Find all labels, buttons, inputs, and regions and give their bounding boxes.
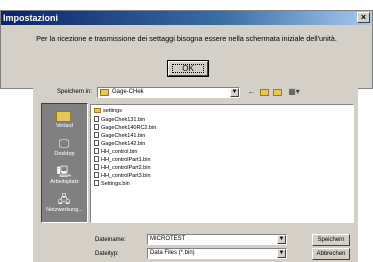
place-desktop[interactable]: 🖵 Desktop: [42, 136, 87, 161]
chevron-down-icon[interactable]: ▼: [277, 249, 286, 258]
list-item[interactable]: HH_controlPart2.bin: [94, 164, 151, 171]
save-file-dialog: Speichern in: Gage-CHek ▼ ← ▦▾ Verlauf 🖵…: [33, 83, 358, 262]
list-item[interactable]: HH_controlPart3.bin: [94, 172, 151, 179]
title-bar: Impostazioni ×: [1, 11, 372, 25]
places-bar: Verlauf 🖵 Desktop 🖳 Arbeitsplatz 🖧 Netzw…: [41, 103, 88, 223]
place-label: Arbeitsplatz: [50, 179, 79, 185]
list-item[interactable]: Settings.bin: [94, 180, 130, 187]
history-icon: [56, 111, 71, 122]
dialog-title: Impostazioni: [3, 13, 59, 23]
new-folder-icon[interactable]: [272, 87, 283, 97]
file-list[interactable]: settings GageChek131.bin GageChek140RC2.…: [90, 104, 354, 223]
file-icon: [94, 140, 99, 146]
chevron-down-icon[interactable]: ▼: [277, 235, 286, 244]
place-label: Netzwerkung...: [46, 207, 83, 213]
focus-rect: [172, 64, 204, 73]
place-my-computer[interactable]: 🖳 Arbeitsplatz: [42, 164, 87, 189]
save-in-label: Speichern in:: [57, 89, 93, 95]
settings-message-dialog: Impostazioni × Per la ricezione e trasmi…: [0, 10, 373, 89]
back-arrow-icon[interactable]: ←: [246, 87, 257, 97]
filename-field[interactable]: MICROTEST ▼: [147, 234, 287, 245]
my-computer-icon: 🖳: [56, 166, 72, 178]
up-folder-icon[interactable]: [259, 87, 270, 97]
list-item[interactable]: HH_control.bin: [94, 148, 137, 155]
filetype-value: Data Files (*.bin): [150, 250, 195, 256]
filename-value: MICROTEST: [150, 236, 186, 242]
save-button[interactable]: Speichern: [312, 234, 350, 246]
file-icon: [94, 156, 99, 162]
file-icon: [94, 172, 99, 178]
list-item[interactable]: settings: [94, 108, 122, 115]
view-menu-icon[interactable]: ▦▾: [286, 87, 302, 97]
filetype-select[interactable]: Data Files (*.bin) ▼: [147, 248, 287, 259]
place-network[interactable]: 🖧 Netzwerkung...: [42, 192, 87, 217]
desktop-icon: 🖵: [58, 138, 70, 150]
file-icon: [94, 148, 99, 154]
list-item[interactable]: HH_controlPart1.bin: [94, 156, 151, 163]
current-folder: Gage-CHek: [112, 89, 144, 95]
list-item[interactable]: GageChek141.bin: [94, 132, 145, 139]
cancel-button[interactable]: Abbrechen: [312, 248, 350, 260]
close-button[interactable]: ×: [357, 12, 370, 23]
file-icon: [94, 124, 99, 130]
ok-button[interactable]: OK: [167, 60, 209, 77]
list-item[interactable]: GageChek140RC2.bin: [94, 124, 156, 131]
file-icon: [94, 132, 99, 138]
folder-icon: [100, 89, 109, 96]
folder-icon: [94, 108, 101, 113]
place-label: Desktop: [54, 151, 75, 157]
list-item[interactable]: GageChek142.bin: [94, 140, 145, 147]
save-in-combo[interactable]: Gage-CHek ▼: [97, 87, 240, 98]
place-history[interactable]: Verlauf: [42, 108, 87, 133]
file-icon: [94, 164, 99, 170]
place-label: Verlauf: [55, 123, 74, 129]
message-text: Per la ricezione e trasmissione dei sett…: [36, 34, 337, 43]
filetype-label: Dateityp:: [95, 251, 119, 257]
file-icon: [94, 116, 99, 122]
network-icon: 🖧: [57, 194, 71, 206]
filename-label: Dateiname:: [95, 237, 126, 243]
chevron-down-icon[interactable]: ▼: [230, 88, 239, 97]
list-item[interactable]: GageChek131.bin: [94, 116, 145, 123]
file-icon: [94, 180, 99, 186]
